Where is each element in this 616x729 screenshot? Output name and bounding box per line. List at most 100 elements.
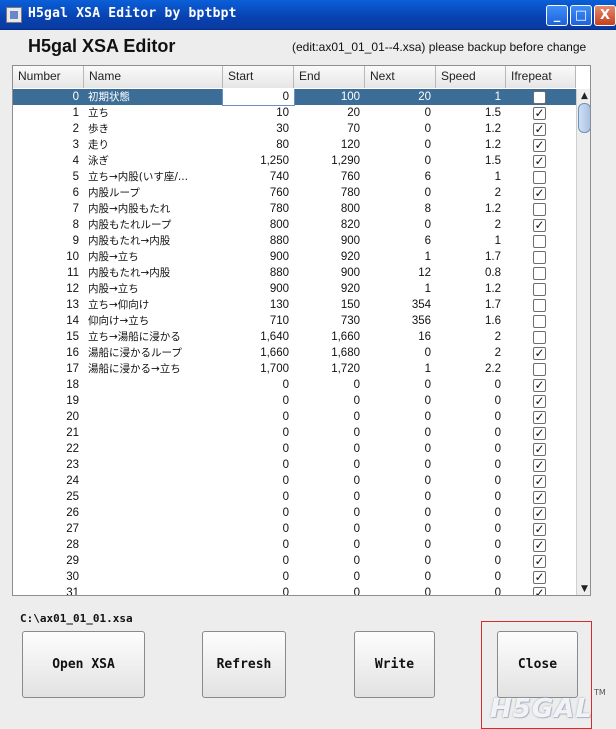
table-row[interactable]: 27 0 0 0 0 ✓: [13, 521, 576, 537]
ifrepeat-checkbox[interactable]: [533, 363, 546, 376]
ifrepeat-checkbox[interactable]: ✓: [533, 427, 546, 440]
ifrepeat-checkbox[interactable]: ✓: [533, 139, 546, 152]
cell-number[interactable]: 26: [13, 505, 84, 521]
cell-next[interactable]: 0: [365, 121, 436, 137]
cell-end[interactable]: 0: [294, 569, 365, 585]
cell-start[interactable]: 0: [223, 441, 294, 457]
cell-end[interactable]: 0: [294, 473, 365, 489]
cell-name[interactable]: [84, 425, 223, 441]
column-header-name[interactable]: Name: [84, 66, 223, 88]
cell-start[interactable]: 0: [223, 553, 294, 569]
ifrepeat-checkbox[interactable]: ✓: [533, 523, 546, 536]
cell-name[interactable]: 仰向け→立ち: [84, 313, 223, 329]
cell-end[interactable]: 0: [294, 553, 365, 569]
cell-next[interactable]: 0: [365, 185, 436, 201]
cell-start[interactable]: 0: [223, 425, 294, 441]
cell-number[interactable]: 17: [13, 361, 84, 377]
cell-end[interactable]: 0: [294, 457, 365, 473]
cell-end[interactable]: 1,680: [294, 345, 365, 361]
cell-name[interactable]: 内股もたれ→内股: [84, 233, 223, 249]
cell-next[interactable]: 6: [365, 169, 436, 185]
table-row[interactable]: 0 初期状態 0 100 20 1: [13, 89, 576, 106]
table-row[interactable]: 11 内股もたれ→内股 880 900 12 0.8: [13, 265, 576, 281]
table-row[interactable]: 19 0 0 0 0 ✓: [13, 393, 576, 409]
ifrepeat-checkbox[interactable]: [533, 171, 546, 184]
cell-start[interactable]: 780: [223, 201, 294, 217]
cell-start[interactable]: 740: [223, 169, 294, 185]
cell-name[interactable]: 内股→内股もたれ: [84, 201, 223, 217]
column-header-start[interactable]: Start: [223, 66, 294, 88]
cell-next[interactable]: 0: [365, 585, 436, 595]
ifrepeat-checkbox[interactable]: ✓: [533, 123, 546, 136]
cell-start[interactable]: 1,250: [223, 153, 294, 169]
cell-number[interactable]: 13: [13, 297, 84, 313]
cell-name[interactable]: [84, 585, 223, 595]
cell-number[interactable]: 14: [13, 313, 84, 329]
ifrepeat-checkbox[interactable]: ✓: [533, 395, 546, 408]
cell-end[interactable]: 0: [294, 585, 365, 595]
cell-number[interactable]: 11: [13, 265, 84, 281]
table-row[interactable]: 24 0 0 0 0 ✓: [13, 473, 576, 489]
cell-start[interactable]: 0: [223, 473, 294, 489]
ifrepeat-checkbox[interactable]: ✓: [533, 155, 546, 168]
cell-number[interactable]: 4: [13, 153, 84, 169]
table-row[interactable]: 10 内股→立ち 900 920 1 1.7: [13, 249, 576, 265]
cell-name[interactable]: 立ち→湯船に浸かる: [84, 329, 223, 345]
cell-start[interactable]: 0: [223, 569, 294, 585]
cell-number[interactable]: 6: [13, 185, 84, 201]
cell-next[interactable]: 0: [365, 457, 436, 473]
column-header-number[interactable]: Number: [13, 66, 84, 88]
cell-end[interactable]: 120: [294, 137, 365, 153]
scroll-up-icon[interactable]: ▲: [577, 89, 590, 103]
ifrepeat-checkbox[interactable]: ✓: [533, 507, 546, 520]
cell-end[interactable]: 1,660: [294, 329, 365, 345]
cell-start[interactable]: 900: [223, 249, 294, 265]
cell-end[interactable]: 920: [294, 281, 365, 297]
cell-speed[interactable]: 2: [436, 185, 506, 201]
table-row[interactable]: 20 0 0 0 0 ✓: [13, 409, 576, 425]
cell-next[interactable]: 0: [365, 137, 436, 153]
cell-number[interactable]: 29: [13, 553, 84, 569]
write-button[interactable]: Write: [354, 631, 435, 698]
cell-start[interactable]: 0: [223, 409, 294, 425]
cell-start[interactable]: 1,660: [223, 345, 294, 361]
cell-end[interactable]: 0: [294, 505, 365, 521]
cell-speed[interactable]: 2: [436, 345, 506, 361]
ifrepeat-checkbox[interactable]: ✓: [533, 539, 546, 552]
ifrepeat-checkbox[interactable]: ✓: [533, 491, 546, 504]
cell-speed[interactable]: 0: [436, 537, 506, 553]
cell-end[interactable]: 780: [294, 185, 365, 201]
cell-next[interactable]: 0: [365, 553, 436, 569]
cell-name[interactable]: 歩き: [84, 121, 223, 137]
cell-start[interactable]: 880: [223, 265, 294, 281]
cell-start[interactable]: 710: [223, 313, 294, 329]
table-row[interactable]: 5 立ち→内股(いす座/... 740 760 6 1: [13, 169, 576, 185]
cell-next[interactable]: 1: [365, 249, 436, 265]
ifrepeat-checkbox[interactable]: ✓: [533, 587, 546, 595]
table-row[interactable]: 7 内股→内股もたれ 780 800 8 1.2: [13, 201, 576, 217]
cell-speed[interactable]: 1.2: [436, 121, 506, 137]
window-close-button[interactable]: X: [594, 5, 616, 26]
table-row[interactable]: 18 0 0 0 0 ✓: [13, 377, 576, 393]
ifrepeat-checkbox[interactable]: [533, 299, 546, 312]
cell-speed[interactable]: 0: [436, 457, 506, 473]
cell-next[interactable]: 0: [365, 377, 436, 393]
cell-name[interactable]: 内股もたれループ: [84, 217, 223, 233]
cell-number[interactable]: 15: [13, 329, 84, 345]
cell-speed[interactable]: 0: [436, 489, 506, 505]
cell-speed[interactable]: 0: [436, 553, 506, 569]
cell-end[interactable]: 760: [294, 169, 365, 185]
cell-next[interactable]: 354: [365, 297, 436, 313]
cell-number[interactable]: 21: [13, 425, 84, 441]
cell-next[interactable]: 0: [365, 345, 436, 361]
cell-number[interactable]: 27: [13, 521, 84, 537]
column-header-speed[interactable]: Speed: [436, 66, 506, 88]
cell-next[interactable]: 0: [365, 505, 436, 521]
cell-next[interactable]: 12: [365, 265, 436, 281]
table-row[interactable]: 4 泳ぎ 1,250 1,290 0 1.5 ✓: [13, 153, 576, 169]
ifrepeat-checkbox[interactable]: ✓: [533, 379, 546, 392]
cell-end[interactable]: 900: [294, 265, 365, 281]
cell-next[interactable]: 0: [365, 537, 436, 553]
cell-number[interactable]: 2: [13, 121, 84, 137]
cell-start[interactable]: 800: [223, 217, 294, 233]
